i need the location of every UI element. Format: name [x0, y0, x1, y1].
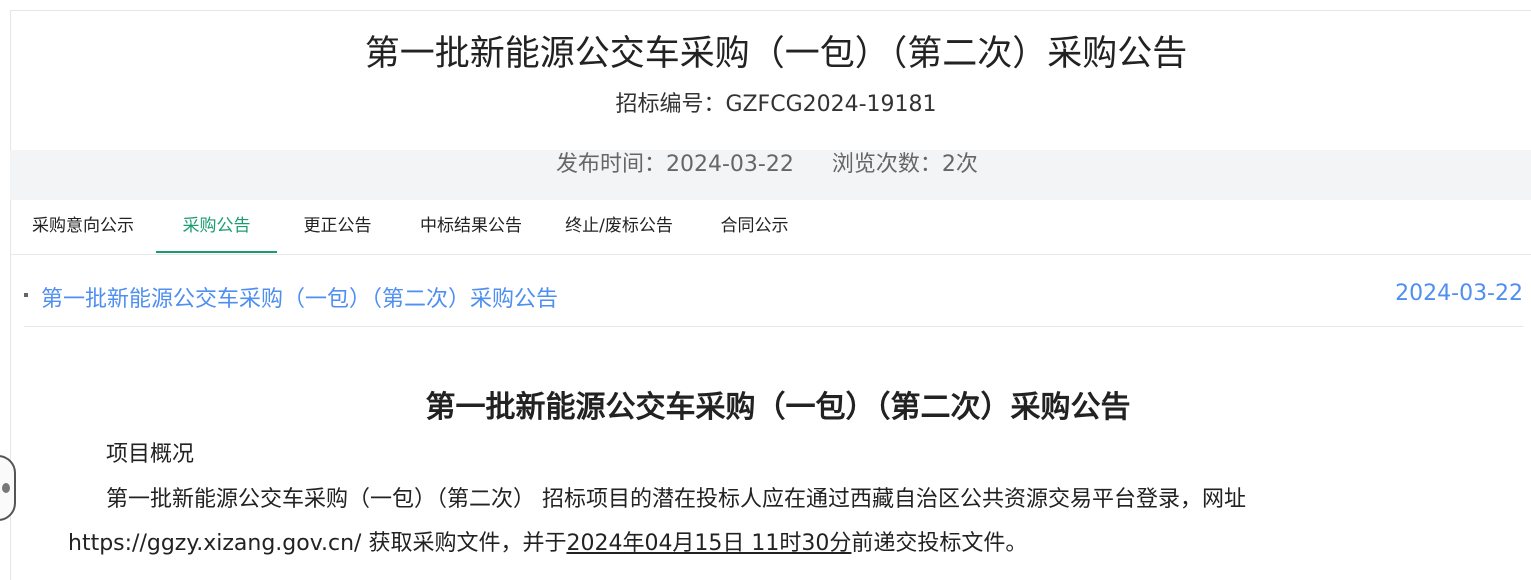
bullet-icon [24, 293, 28, 297]
notice-list-item: 第一批新能源公交车采购（一包）（第二次）采购公告 2024-03-22 [24, 276, 1523, 327]
notice-link[interactable]: 第一批新能源公交车采购（一包）（第二次）采购公告 [41, 281, 558, 313]
paragraph-line-1: 第一批新能源公交车采购（一包）（第二次） 招标项目的潜在投标人应在通过西藏自治区… [106, 487, 1246, 512]
mascot-eye-icon [2, 483, 10, 493]
tab-award-result[interactable]: 中标结果公告 [398, 200, 544, 253]
publish-time: 发布时间：2024-03-22 [556, 152, 794, 177]
page-title: 第一批新能源公交车采购（一包）（第二次）采购公告 [364, 34, 1188, 74]
tab-procurement-notice[interactable]: 采购公告 [156, 200, 277, 253]
assistant-mascot-icon[interactable] [0, 455, 16, 521]
notice-date: 2024-03-22 [1395, 281, 1523, 306]
tab-bar: 采购意向公示 采购公告 更正公告 中标结果公告 终止/废标公告 合同公示 [10, 200, 1531, 255]
view-count: 浏览次数：2次 [831, 152, 978, 177]
tab-termination-notice[interactable]: 终止/废标公告 [544, 200, 694, 253]
tab-procurement-intention[interactable]: 采购意向公示 [10, 200, 156, 253]
meta-info: 发布时间：2024-03-22 浏览次数：2次 [556, 150, 978, 180]
document-title: 第一批新能源公交车采购（一包）（第二次）采购公告 [425, 390, 1131, 425]
paragraph-line-2-text: https://ggzy.xizang.gov.cn/ 获取采购文件，并于 [68, 531, 567, 556]
meta-bar: 发布时间：2024-03-22 浏览次数：2次 [10, 150, 1531, 200]
paragraph-line-2: https://ggzy.xizang.gov.cn/ 获取采购文件，并于202… [68, 525, 1027, 557]
deadline-text: 2024年04月15日 11时30分 [566, 531, 852, 556]
section-heading: 项目概况 [106, 442, 195, 467]
tab-contract-publicity[interactable]: 合同公示 [694, 200, 815, 253]
paragraph-line-2-tail: 前递交投标文件。 [851, 531, 1028, 556]
bid-number: 招标编号：GZFCG2024-19181 [615, 92, 937, 117]
tab-correction-notice[interactable]: 更正公告 [277, 200, 398, 253]
